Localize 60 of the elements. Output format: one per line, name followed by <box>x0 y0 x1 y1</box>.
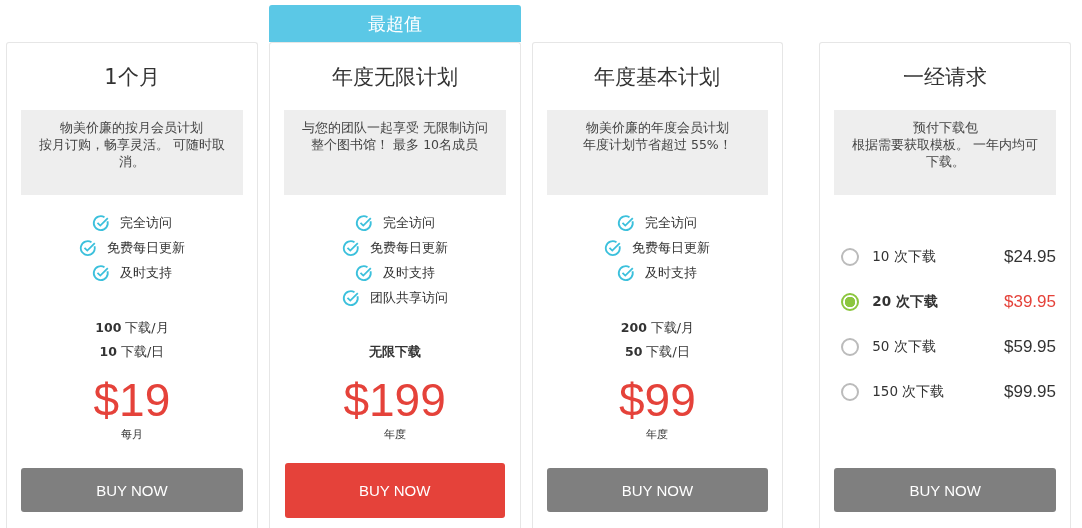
feature-text: 完全访问 <box>382 214 435 232</box>
radio-button[interactable] <box>841 337 860 356</box>
radio-button[interactable] <box>841 247 860 266</box>
billing-period: 年度 <box>646 427 669 442</box>
feature-text: 及时支持 <box>119 264 172 282</box>
radio-button[interactable] <box>841 292 860 311</box>
buy-now-button[interactable]: BUY NOW <box>21 468 243 512</box>
description-line: 预付下载包 <box>911 119 979 136</box>
plan-price: $199 <box>343 373 446 427</box>
radio-button[interactable] <box>841 382 860 401</box>
feature-text: 完全访问 <box>645 214 698 232</box>
pack-price: $59.95 <box>1004 336 1056 357</box>
plan-title: 1个月 <box>104 64 160 91</box>
best-value-banner: 最超值 <box>268 5 521 42</box>
feature-text: 及时支持 <box>645 264 698 282</box>
check-circle-icon <box>604 239 623 257</box>
description-line: 整个图书馆！ 最多 10名成员 <box>310 136 480 153</box>
description-line: 根据需要获取模板。 一年内均可下载。 <box>851 136 1040 170</box>
pack-label: 10 次下载 <box>872 247 937 266</box>
description-line: 物美价廉的年度会员计划 <box>584 119 730 136</box>
pack-label: 50 次下载 <box>872 337 937 356</box>
plan-price: $19 <box>93 373 171 427</box>
description-line: 按月订购，畅享灵活。 可随时取消。 <box>37 136 226 170</box>
check-circle-icon <box>91 264 110 282</box>
check-circle-icon <box>341 289 360 307</box>
check-circle-icon <box>341 239 360 257</box>
pack-price: $99.95 <box>1004 381 1056 402</box>
description-line: 年度计划节省超过 55%！ <box>582 136 733 153</box>
buy-now-button[interactable]: BUY NOW <box>546 468 769 512</box>
buy-now-button[interactable]: BUY NOW <box>284 463 505 518</box>
check-circle-icon <box>617 264 636 282</box>
description-line: 物美价廉的按月会员计划 <box>59 119 205 136</box>
buy-now-button[interactable]: BUY NOW <box>834 468 1056 512</box>
check-circle-icon <box>617 214 636 232</box>
pack-label: 20 次下载 <box>872 292 939 311</box>
feature-text: 完全访问 <box>119 214 172 232</box>
feature-text: 免费每日更新 <box>106 239 185 257</box>
download-limit: 100 下载/月 <box>95 320 169 337</box>
check-circle-icon <box>78 239 97 257</box>
description-line: 与您的团队一起享受 无限制访问 <box>300 119 489 136</box>
plan-price: $99 <box>619 373 696 427</box>
billing-period: 年度 <box>383 427 406 442</box>
check-circle-icon <box>91 214 110 232</box>
plan-title: 年度无限计划 <box>331 64 458 91</box>
feature-text: 免费每日更新 <box>632 239 711 257</box>
plan-title: 年度基本计划 <box>594 64 721 91</box>
feature-text: 免费每日更新 <box>369 239 448 257</box>
download-limit: 200 下载/月 <box>620 320 694 337</box>
pack-price: $39.95 <box>1004 291 1056 312</box>
download-limit: 无限下载 <box>368 344 421 361</box>
check-circle-icon <box>354 214 373 232</box>
feature-text: 团队共享访问 <box>369 289 448 307</box>
billing-period: 每月 <box>120 427 143 442</box>
check-circle-icon <box>354 264 373 282</box>
download-limit: 10 下载/日 <box>99 344 165 361</box>
pack-price: $24.95 <box>1004 246 1056 267</box>
download-limit: 50 下载/日 <box>625 344 690 361</box>
pack-label: 150 次下载 <box>872 382 946 401</box>
feature-text: 及时支持 <box>382 264 435 282</box>
plan-title: 一经请求 <box>903 64 988 91</box>
